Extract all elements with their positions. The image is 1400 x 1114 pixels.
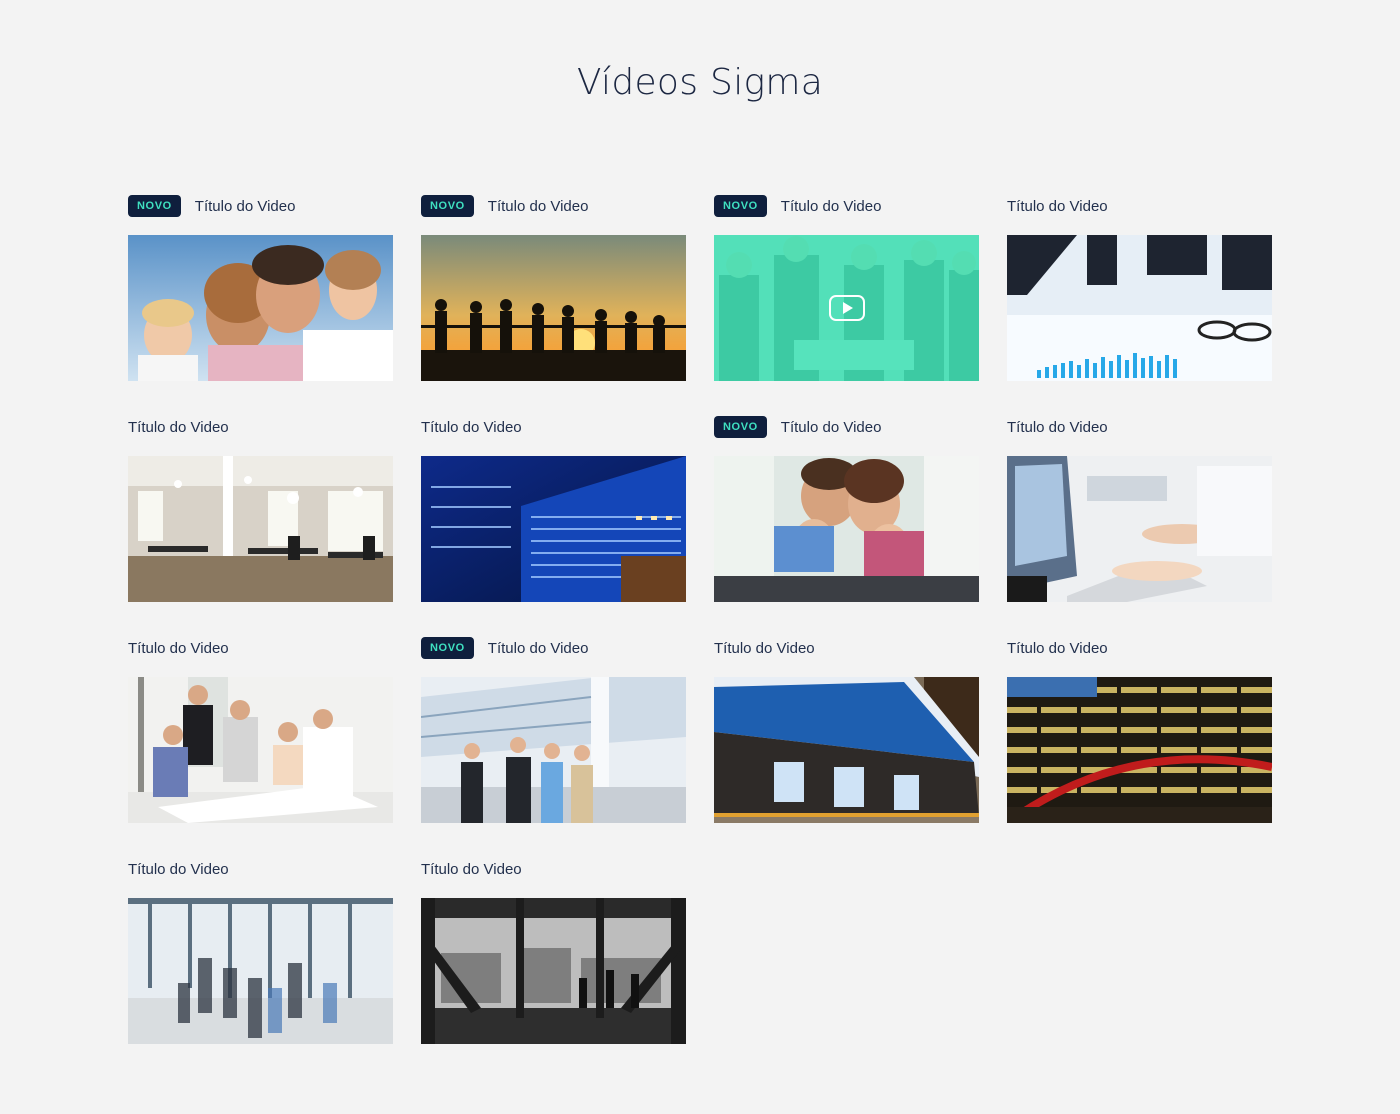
new-badge: NOVO: [421, 195, 474, 217]
video-title[interactable]: Título do Video: [128, 640, 229, 657]
video-card-header: NOVO Título do Video: [421, 413, 686, 441]
video-card[interactable]: NOVO Título do Video: [128, 413, 393, 602]
hover-overlay: [714, 235, 979, 381]
video-title[interactable]: Título do Video: [1007, 419, 1108, 436]
video-title[interactable]: Título do Video: [128, 861, 229, 878]
video-title[interactable]: Título do Video: [714, 640, 815, 657]
video-card[interactable]: NOVO Título do Video: [714, 413, 979, 602]
video-thumbnail[interactable]: [421, 677, 686, 823]
video-title[interactable]: Título do Video: [488, 198, 589, 215]
video-thumbnail[interactable]: [714, 235, 979, 381]
video-card-header: NOVO Título do Video: [714, 634, 979, 662]
video-title[interactable]: Título do Video: [488, 640, 589, 657]
video-thumbnail[interactable]: [1007, 235, 1272, 381]
video-title[interactable]: Título do Video: [128, 419, 229, 436]
video-title[interactable]: Título do Video: [781, 198, 882, 215]
video-card[interactable]: NOVO Título do Video: [421, 855, 686, 1044]
video-card[interactable]: NOVO Título do Video: [421, 413, 686, 602]
video-grid: NOVO Título do Video NOVO Título do Vide…: [128, 192, 1272, 1044]
video-card-header: NOVO Título do Video: [128, 192, 393, 220]
new-badge: NOVO: [714, 195, 767, 217]
video-thumbnail[interactable]: [421, 456, 686, 602]
new-badge: NOVO: [128, 195, 181, 217]
page-title: Vídeos Sigma: [576, 62, 824, 103]
video-title[interactable]: Título do Video: [195, 198, 296, 215]
video-card[interactable]: NOVO Título do Video: [1007, 192, 1272, 381]
new-badge: NOVO: [714, 416, 767, 438]
video-thumbnail[interactable]: [1007, 677, 1272, 823]
video-thumbnail[interactable]: [714, 677, 979, 823]
video-title[interactable]: Título do Video: [1007, 198, 1108, 215]
video-card-header: NOVO Título do Video: [1007, 192, 1272, 220]
video-card-header: NOVO Título do Video: [128, 634, 393, 662]
video-card[interactable]: NOVO Título do Video: [128, 855, 393, 1044]
video-card-header: NOVO Título do Video: [714, 192, 979, 220]
video-thumbnail[interactable]: [1007, 456, 1272, 602]
video-card[interactable]: NOVO Título do Video: [421, 634, 686, 823]
video-card[interactable]: NOVO Título do Video: [1007, 413, 1272, 602]
video-card-header: NOVO Título do Video: [128, 413, 393, 441]
video-title[interactable]: Título do Video: [421, 419, 522, 436]
video-thumbnail[interactable]: [128, 677, 393, 823]
video-card-header: NOVO Título do Video: [1007, 413, 1272, 441]
play-icon[interactable]: [828, 295, 865, 321]
video-card[interactable]: NOVO Título do Video: [128, 192, 393, 381]
video-card[interactable]: NOVO Título do Video: [421, 192, 686, 381]
video-thumbnail[interactable]: [128, 456, 393, 602]
video-card-header: NOVO Título do Video: [714, 413, 979, 441]
video-card-header: NOVO Título do Video: [1007, 634, 1272, 662]
video-card[interactable]: NOVO Título do Video: [1007, 634, 1272, 823]
new-badge: NOVO: [421, 637, 474, 659]
video-card-header: NOVO Título do Video: [128, 855, 393, 883]
video-thumbnail[interactable]: [714, 456, 979, 602]
video-title[interactable]: Título do Video: [421, 861, 522, 878]
video-thumbnail[interactable]: [128, 235, 393, 381]
video-card-header: NOVO Título do Video: [421, 192, 686, 220]
video-title[interactable]: Título do Video: [781, 419, 882, 436]
video-card[interactable]: NOVO Título do Video: [128, 634, 393, 823]
video-card-header: NOVO Título do Video: [421, 634, 686, 662]
video-thumbnail[interactable]: [421, 235, 686, 381]
video-card-header: NOVO Título do Video: [421, 855, 686, 883]
video-thumbnail[interactable]: [421, 898, 686, 1044]
video-thumbnail[interactable]: [128, 898, 393, 1044]
video-card[interactable]: NOVO Título do Video: [714, 634, 979, 823]
video-card[interactable]: NOVO Título do Video: [714, 192, 979, 381]
video-title[interactable]: Título do Video: [1007, 640, 1108, 657]
